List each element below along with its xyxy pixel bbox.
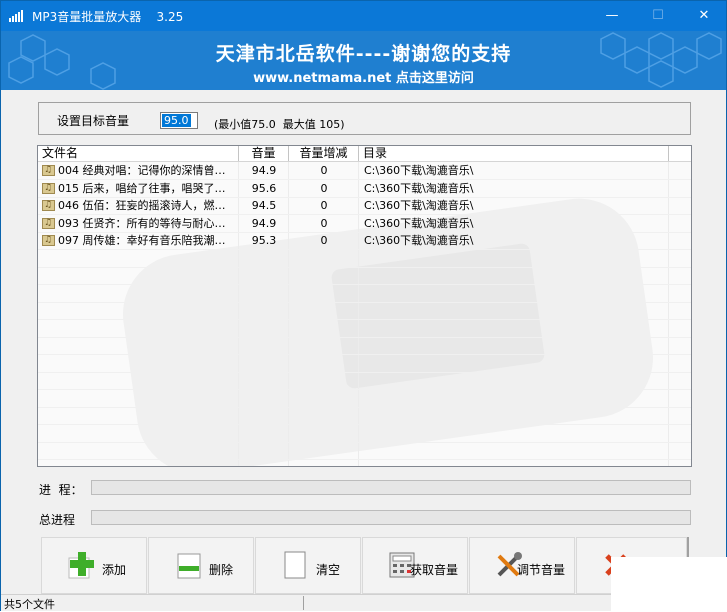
grid-line bbox=[38, 249, 691, 250]
grid-line bbox=[38, 372, 691, 373]
target-volume-value: 95.0 bbox=[162, 114, 191, 127]
add-label: 添加 bbox=[102, 563, 127, 577]
file-list[interactable]: 文件名 音量 音量增减 目录 004 经典对唱：记得你的深情曾… 94.9 0 C:\… bbox=[37, 145, 692, 467]
file-volume-delta: 0 bbox=[320, 164, 328, 177]
list-header: 文件名 音量 音量增减 目录 bbox=[38, 146, 691, 162]
table-row[interactable]: 093 任贤齐：所有的等待与耐心… 94.9 0 C:\360下载\淘漉音乐\ bbox=[38, 215, 691, 232]
grid-line bbox=[38, 389, 691, 390]
grid-line bbox=[38, 354, 691, 355]
app-name: MP3音量批量放大器 bbox=[32, 10, 142, 24]
file-volume-delta: 0 bbox=[320, 199, 328, 212]
adjust-volume-button[interactable]: 调节音量 bbox=[469, 537, 575, 594]
grid-line bbox=[38, 267, 691, 268]
action-toolbar: 添加 删除 清空 获取音量 调节音量 bbox=[41, 537, 689, 594]
table-row[interactable]: 097 周传雄：幸好有音乐陪我潮… 95.3 0 C:\360下载\淘漉音乐\ bbox=[38, 232, 691, 249]
table-row[interactable]: 046 伍佰：狂妄的摇滚诗人，燃… 94.5 0 C:\360下载\淘漉音乐\ bbox=[38, 197, 691, 214]
target-volume-input[interactable]: 95.0 bbox=[160, 112, 198, 129]
music-file-icon bbox=[42, 162, 55, 179]
grid-line bbox=[38, 284, 691, 285]
column-header-filename[interactable]: 文件名 bbox=[38, 146, 239, 161]
close-button[interactable]: ✕ bbox=[681, 1, 727, 31]
banner-title: 天津市北岳软件----谢谢您的支持 bbox=[215, 43, 512, 65]
maximize-button[interactable]: ☐ bbox=[635, 1, 681, 31]
adjust-volume-label: 调节音量 bbox=[517, 563, 566, 577]
add-button[interactable]: 添加 bbox=[41, 537, 147, 594]
grid-line bbox=[38, 442, 691, 443]
add-file-icon bbox=[68, 552, 94, 579]
music-file-icon bbox=[42, 197, 55, 214]
blank-page-icon bbox=[284, 551, 306, 579]
target-volume-panel: 设置目标音量 95.0 (最小值75.0 最大值 105) bbox=[38, 102, 691, 135]
table-row[interactable]: 004 经典对唱：记得你的深情曾… 94.9 0 C:\360下载\淘漉音乐\ bbox=[38, 162, 691, 179]
grid-line bbox=[38, 319, 691, 320]
file-volume: 95.6 bbox=[251, 181, 277, 195]
get-volume-label: 获取音量 bbox=[410, 563, 459, 577]
file-directory: C:\360下载\淘漉音乐\ bbox=[364, 164, 474, 177]
file-directory: C:\360下载\淘漉音乐\ bbox=[364, 181, 474, 195]
clear-button[interactable]: 清空 bbox=[255, 537, 361, 594]
grid-line bbox=[38, 424, 691, 425]
file-name: 097 周传雄：幸好有音乐陪我潮… bbox=[58, 234, 226, 247]
app-window: MP3音量批量放大器 3.25 — ☐ ✕ 天津市北岳软件----谢谢您的支持 … bbox=[0, 0, 727, 611]
grid-line bbox=[38, 337, 691, 338]
file-volume-delta: 0 bbox=[320, 181, 328, 195]
music-file-icon bbox=[42, 215, 55, 232]
file-directory: C:\360下载\淘漉音乐\ bbox=[364, 234, 474, 247]
file-count-status: 共5个文件 bbox=[4, 598, 55, 611]
music-file-icon bbox=[42, 180, 55, 197]
column-header-directory[interactable]: 目录 bbox=[359, 146, 669, 161]
app-version: 3.25 bbox=[156, 10, 184, 24]
title-bar[interactable]: MP3音量批量放大器 3.25 — ☐ ✕ bbox=[1, 1, 726, 31]
file-directory: C:\360下载\淘漉音乐\ bbox=[364, 216, 474, 230]
file-volume-delta: 0 bbox=[320, 234, 328, 247]
file-volume: 94.9 bbox=[251, 164, 277, 177]
signal-bars-icon bbox=[9, 10, 25, 22]
column-header-delta[interactable]: 音量增减 bbox=[289, 146, 359, 161]
file-volume: 94.5 bbox=[251, 199, 277, 212]
column-header-volume[interactable]: 音量 bbox=[239, 146, 289, 161]
file-volume: 95.3 bbox=[251, 234, 277, 247]
status-separator bbox=[303, 596, 304, 610]
banner-link[interactable]: www.netmama.net 点击这里访问 bbox=[1, 67, 726, 86]
file-name: 093 任贤齐：所有的等待与耐心… bbox=[58, 216, 226, 230]
file-name: 015 后来，唱给了往事，唱哭了… bbox=[58, 181, 226, 195]
total-progress-label: 总进程 bbox=[39, 513, 76, 527]
file-name: 046 伍佰：狂妄的摇滚诗人，燃… bbox=[58, 199, 226, 212]
delete-button[interactable]: 删除 bbox=[148, 537, 254, 594]
volume-range-hint: (最小值75.0 最大值 105) bbox=[214, 118, 345, 131]
column-header-spacer bbox=[669, 146, 691, 161]
file-directory: C:\360下载\淘漉音乐\ bbox=[364, 199, 474, 212]
delete-label: 删除 bbox=[209, 563, 234, 577]
clear-label: 清空 bbox=[316, 563, 341, 577]
grid-line bbox=[38, 302, 691, 303]
file-name: 004 经典对唱：记得你的深情曾… bbox=[58, 164, 226, 177]
minimize-button[interactable]: — bbox=[589, 1, 635, 31]
progress-bar bbox=[91, 480, 691, 495]
music-file-icon bbox=[42, 232, 55, 249]
promo-banner[interactable]: 天津市北岳软件----谢谢您的支持 www.netmama.net 点击这里访问 bbox=[1, 31, 726, 90]
progress-label: 进 程： bbox=[39, 483, 83, 497]
file-volume: 94.9 bbox=[251, 216, 277, 230]
delete-file-icon bbox=[177, 553, 201, 579]
table-row[interactable]: 015 后来，唱给了往事，唱哭了… 95.6 0 C:\360下载\淘漉音乐\ bbox=[38, 180, 691, 197]
grid-line bbox=[38, 459, 691, 460]
file-volume-delta: 0 bbox=[320, 216, 328, 230]
blank-overlay bbox=[611, 557, 727, 611]
window-title: MP3音量批量放大器 3.25 bbox=[32, 8, 183, 25]
total-progress-bar bbox=[91, 510, 691, 525]
grid-line bbox=[38, 407, 691, 408]
get-volume-button[interactable]: 获取音量 bbox=[362, 537, 468, 594]
target-volume-label: 设置目标音量 bbox=[57, 114, 130, 128]
